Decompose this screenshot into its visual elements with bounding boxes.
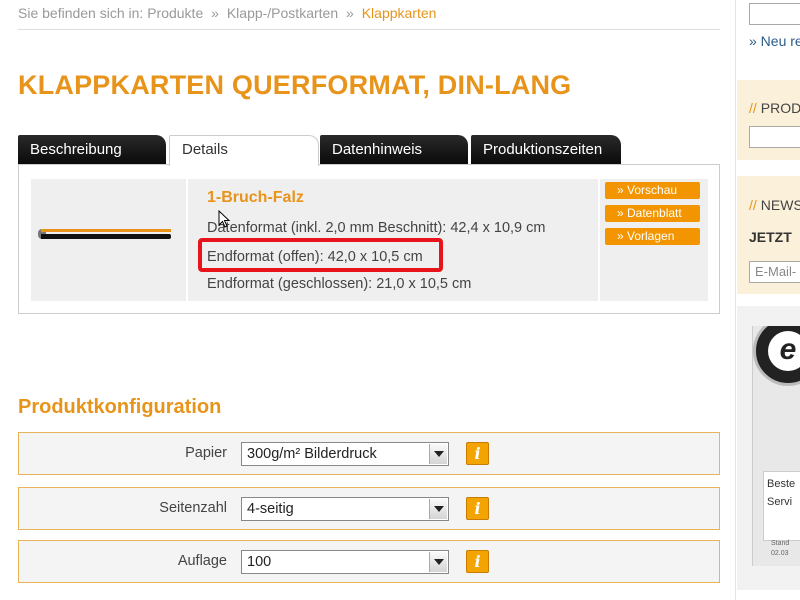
trust-small-text: 02.03 <box>771 550 789 557</box>
heading-slash: // <box>749 100 757 116</box>
newsletter-email-input[interactable]: E-Mail- <box>749 261 800 283</box>
sidebar-products-heading: //PROD <box>749 100 800 116</box>
column-divider <box>186 179 188 301</box>
breadcrumb-divider <box>18 29 720 30</box>
chevron-down-icon[interactable] <box>429 552 447 572</box>
breadcrumb-separator: » <box>211 5 219 21</box>
breadcrumb-separator: » <box>346 5 354 21</box>
trusted-shops-widget[interactable]: e ★ Beste Servi Stand 02.03 <box>752 326 800 566</box>
highlight-annotation <box>198 238 443 272</box>
page-count-select[interactable]: 4-seitig <box>241 497 449 521</box>
mouse-cursor-icon <box>218 210 231 228</box>
info-icon[interactable]: i <box>466 497 489 520</box>
select-value: 4-seitig <box>247 501 294 517</box>
select-value: 100 <box>247 554 272 570</box>
tab-details[interactable]: Details <box>169 135 319 166</box>
tab-datenhinweis[interactable]: Datenhinweis <box>320 135 468 164</box>
config-row-papier: Papier 300g/m² Bilderdruck i <box>18 432 720 475</box>
config-label: Papier <box>185 445 227 461</box>
chevron-down-icon[interactable] <box>429 499 447 519</box>
trust-text: Beste <box>767 478 796 490</box>
quantity-select[interactable]: 100 <box>241 550 449 574</box>
end-format-closed-text: Endformat (geschlossen): 21,0 x 10,5 cm <box>207 276 472 292</box>
templates-button[interactable]: » Vorlagen <box>605 228 700 245</box>
fold-type-title: 1-Bruch-Falz <box>207 189 304 206</box>
heading-slash: // <box>749 197 757 213</box>
breadcrumb: Sie befinden sich in: Produkte » Klapp-/… <box>18 5 436 21</box>
breadcrumb-link-klapp-postkarten[interactable]: Klapp-/Postkarten <box>227 5 338 21</box>
sidebar-newsletter-heading: //NEWS <box>749 197 800 213</box>
breadcrumb-link-produkte[interactable]: Produkte <box>147 5 203 21</box>
config-label: Seitenzahl <box>159 500 227 516</box>
sidebar-divider <box>735 0 736 600</box>
datasheet-button[interactable]: » Datenblatt <box>605 205 700 222</box>
page-title: KLAPPKARTEN QUERFORMAT, DIN-LANG <box>18 70 572 100</box>
config-label: Auflage <box>177 553 227 569</box>
seal-letter: e <box>768 331 800 371</box>
tab-produktionszeiten[interactable]: Produktionszeiten <box>471 135 621 164</box>
tab-beschreibung[interactable]: Beschreibung <box>18 135 166 164</box>
config-row-auflage: Auflage 100 i <box>18 540 720 583</box>
select-value: 300g/m² Bilderdruck <box>247 446 377 462</box>
chevron-down-icon[interactable] <box>429 444 447 464</box>
sidebar-products-box: //PROD <box>737 80 800 160</box>
config-title: Produktkonfiguration <box>18 396 222 418</box>
trusted-shops-seal-icon: e <box>753 326 800 386</box>
breadcrumb-prefix: Sie befinden sich in: <box>18 5 144 21</box>
fold-line-front <box>41 229 171 232</box>
sidebar-newsletter-cta: JETZT <box>749 229 792 245</box>
paper-select[interactable]: 300g/m² Bilderdruck <box>241 442 449 466</box>
sidebar-newsletter-box: //NEWS JETZT E-Mail- <box>737 176 800 294</box>
fold-line-back <box>41 234 171 239</box>
info-icon[interactable]: i <box>466 442 489 465</box>
breadcrumb-current: Klappkarten <box>361 5 437 21</box>
column-divider <box>598 179 600 301</box>
trust-text: Servi <box>767 496 793 508</box>
sidebar-link[interactable]: » Neu re <box>749 33 800 49</box>
sidebar-top-box: » Neu re <box>737 0 800 64</box>
trust-small-text: Stand <box>771 540 790 547</box>
details-row: 1-Bruch-Falz Datenformat (inkl. 2,0 mm B… <box>31 179 708 301</box>
sidebar-input[interactable] <box>749 3 800 25</box>
details-panel: 1-Bruch-Falz Datenformat (inkl. 2,0 mm B… <box>18 164 720 314</box>
sidebar-product-input[interactable] <box>749 126 800 148</box>
info-icon[interactable]: i <box>466 550 489 573</box>
config-row-seitenzahl: Seitenzahl 4-seitig i <box>18 487 720 530</box>
fold-illustration <box>31 179 186 301</box>
data-format-text: Datenformat (inkl. 2,0 mm Beschnitt): 42… <box>207 220 546 236</box>
preview-button[interactable]: » Vorschau <box>605 182 700 199</box>
